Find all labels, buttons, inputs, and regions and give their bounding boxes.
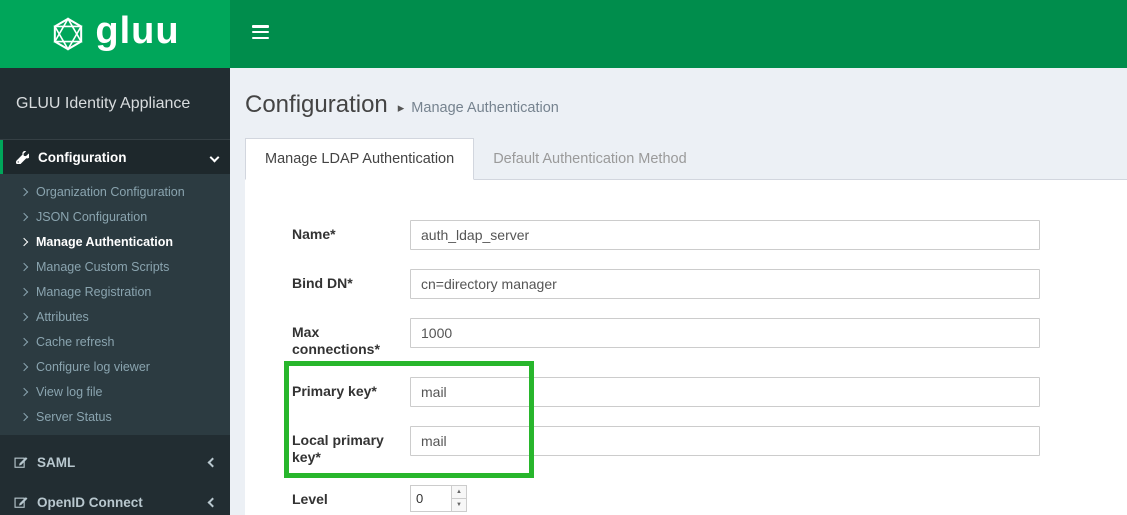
form-row-max-connections: Max connections* [292,318,1040,358]
sidebar-item-openid-connect[interactable]: OpenID Connect [0,482,230,515]
sidebar-item-configuration[interactable]: Configuration [0,140,230,174]
form-row-local-primary-key: Local primary key* [292,426,1040,466]
name-label: Name* [292,226,336,242]
sidebar-item-json-configuration[interactable]: JSON Configuration [0,204,230,229]
sidebar-item-server-status[interactable]: Server Status [0,404,230,429]
local-primary-key-label: Local primary key* [292,432,384,465]
sidebar-item-label: Configuration [38,149,127,165]
sidebar-toggle-button[interactable] [252,25,269,39]
appliance-title: GLUU Identity Appliance [0,68,230,140]
chevron-right-icon [19,312,29,321]
sidebar: GLUU Identity Appliance Configuration Or… [0,68,230,515]
level-label: Level [292,491,328,507]
chevron-right-icon [19,187,29,196]
chevron-left-icon [207,497,218,507]
tabs-row: Manage LDAP Authentication Default Authe… [245,138,1127,180]
brand-logo[interactable]: gluu [0,0,230,68]
tab-container: Manage LDAP Authentication Default Authe… [245,138,1127,515]
page-title: Configuration [245,91,388,118]
chevron-right-icon [19,287,29,296]
configuration-submenu: Organization Configuration JSON Configur… [0,174,230,435]
bind-dn-label: Bind DN* [292,275,353,291]
max-connections-label: Max connections* [292,324,380,357]
tab-default-authentication-method[interactable]: Default Authentication Method [474,138,705,179]
spinner-up-button[interactable]: ▲ [452,486,466,499]
level-spinner: ▲ ▼ [410,485,467,512]
chevron-left-icon [207,457,218,467]
top-navbar [230,0,1127,68]
sidebar-item-manage-authentication[interactable]: Manage Authentication [0,229,230,254]
form-row-primary-key: Primary key* [292,377,1040,407]
chevron-right-icon [19,362,29,371]
primary-key-input[interactable] [410,377,1040,407]
breadcrumb: Configuration ▸ Manage Authentication [230,68,1127,138]
max-connections-input[interactable] [410,318,1040,348]
breadcrumb-separator-icon: ▸ [397,100,405,115]
form-row-name: Name* [292,220,1040,250]
sidebar-item-manage-custom-scripts[interactable]: Manage Custom Scripts [0,254,230,279]
brand-name: gluu [95,10,180,52]
gluu-logo-icon [50,16,86,52]
sidebar-item-cache-refresh[interactable]: Cache refresh [0,329,230,354]
hamburger-icon [252,25,269,28]
edit-square-icon [14,495,28,509]
chevron-right-icon [19,387,29,396]
chevron-down-icon [209,152,220,162]
level-input[interactable] [411,486,451,511]
primary-key-label: Primary key* [292,383,377,399]
chevron-right-icon [19,412,29,421]
ldap-authentication-form: Name* Bind DN* Max connections* Primary … [245,180,1127,515]
chevron-right-icon [19,337,29,346]
chevron-right-icon [19,262,29,271]
sidebar-item-view-log-file[interactable]: View log file [0,379,230,404]
sidebar-item-manage-registration[interactable]: Manage Registration [0,279,230,304]
sidebar-item-configure-log-viewer[interactable]: Configure log viewer [0,354,230,379]
chevron-right-icon [19,237,29,246]
main-content: Configuration ▸ Manage Authentication Ma… [230,68,1127,515]
sidebar-item-attributes[interactable]: Attributes [0,304,230,329]
edit-square-icon [14,455,28,469]
form-row-bind-dn: Bind DN* [292,269,1040,299]
name-input[interactable] [410,220,1040,250]
chevron-right-icon [19,212,29,221]
sidebar-item-saml[interactable]: SAML [0,442,230,482]
bind-dn-input[interactable] [410,269,1040,299]
tab-manage-ldap-authentication[interactable]: Manage LDAP Authentication [245,138,475,180]
local-primary-key-input[interactable] [410,426,1040,456]
sidebar-item-organization-configuration[interactable]: Organization Configuration [0,179,230,204]
form-row-level: Level ▲ ▼ [292,485,1040,512]
spinner-down-button[interactable]: ▼ [452,499,466,511]
wrench-icon [16,150,29,164]
breadcrumb-current: Manage Authentication [411,100,559,116]
